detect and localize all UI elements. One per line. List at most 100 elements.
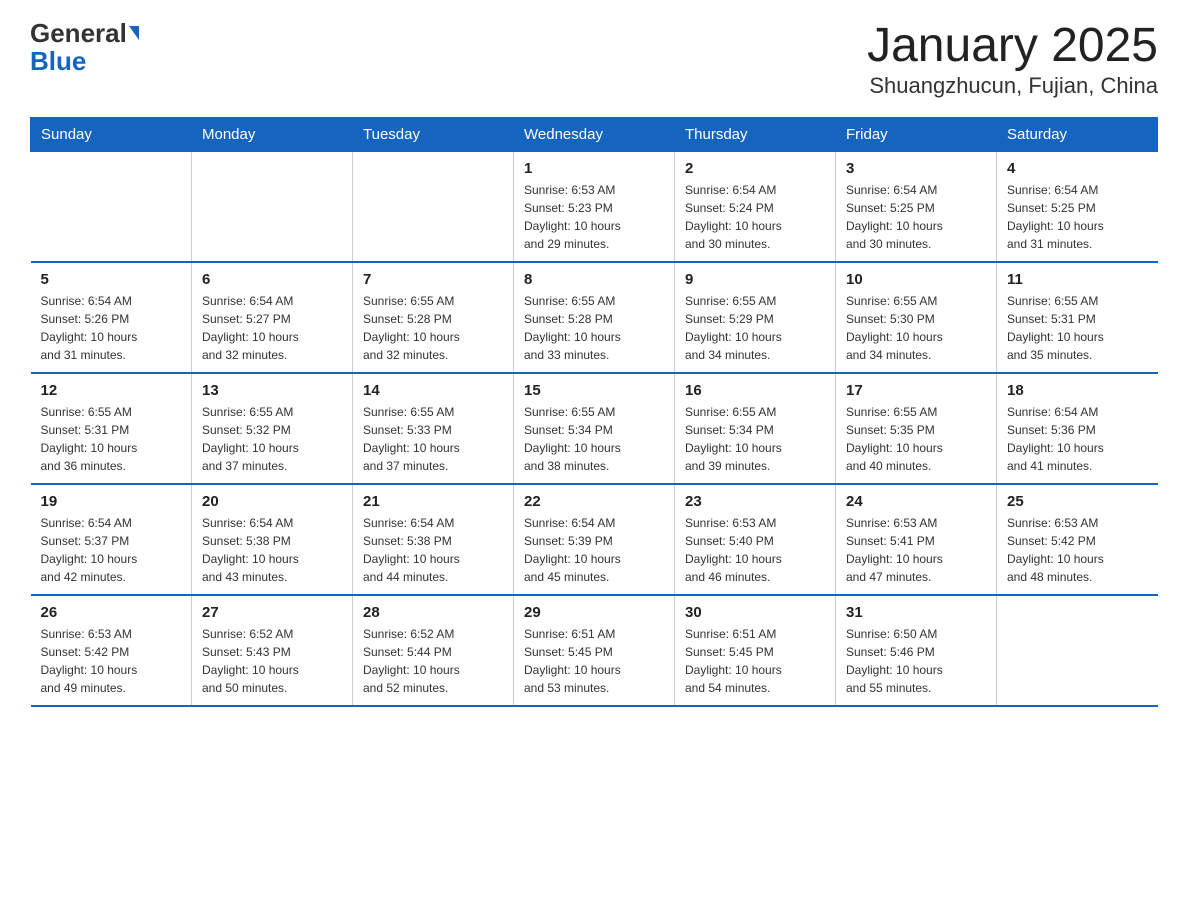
calendar-cell: 14Sunrise: 6:55 AM Sunset: 5:33 PM Dayli…	[353, 373, 514, 484]
calendar-cell	[31, 151, 192, 262]
calendar-cell: 23 Sunrise: 6:53 AM Sunset: 5:40 PM Dayli…	[675, 484, 836, 595]
day-number: 8	[524, 271, 664, 288]
calendar-cell: 10 Sunrise: 6:55 AM Sunset: 5:30 PM Dayli…	[836, 262, 997, 373]
day-info: Sunrise: 6:52 AM Sunset: 5:43 PM Dayligh…	[202, 625, 342, 697]
day-number: 7	[363, 271, 503, 288]
day-number: 2	[685, 160, 825, 177]
day-info: Sunrise: 6:54 AM Sunset: 5:38 PM Dayligh…	[202, 514, 342, 586]
calendar-header-row: SundayMondayTuesdayWednesdayThursdayFrid…	[31, 117, 1158, 151]
day-info: Sunrise: 6:53 AM Sunset: 5:42 PM Dayligh…	[41, 625, 182, 697]
calendar-cell: 8Sunrise: 6:55 AM Sunset: 5:28 PM Daylig…	[514, 262, 675, 373]
calendar-cell: 31 Sunrise: 6:50 AM Sunset: 5:46 PM Dayli…	[836, 595, 997, 706]
day-number: 18	[1007, 382, 1148, 399]
day-number: 16	[685, 382, 825, 399]
calendar-cell: 6 Sunrise: 6:54 AM Sunset: 5:27 PM Daylig…	[192, 262, 353, 373]
day-number: 25	[1007, 493, 1148, 510]
column-header-tuesday: Tuesday	[353, 117, 514, 151]
day-number: 10	[846, 271, 986, 288]
calendar-cell: 5 Sunrise: 6:54 AM Sunset: 5:26 PM Daylig…	[31, 262, 192, 373]
day-info: Sunrise: 6:53 AM Sunset: 5:41 PM Dayligh…	[846, 514, 986, 586]
calendar-cell	[353, 151, 514, 262]
calendar-cell: 11 Sunrise: 6:55 AM Sunset: 5:31 PM Dayli…	[997, 262, 1158, 373]
calendar-week-row: 5 Sunrise: 6:54 AM Sunset: 5:26 PM Daylig…	[31, 262, 1158, 373]
day-number: 24	[846, 493, 986, 510]
calendar-table: SundayMondayTuesdayWednesdayThursdayFrid…	[30, 117, 1158, 707]
day-number: 1	[524, 160, 664, 177]
day-info: Sunrise: 6:53 AM Sunset: 5:23 PM Dayligh…	[524, 181, 664, 253]
day-info: Sunrise: 6:54 AM Sunset: 5:25 PM Dayligh…	[846, 181, 986, 253]
day-info: Sunrise: 6:54 AM Sunset: 5:38 PM Dayligh…	[363, 514, 503, 586]
calendar-cell: 26 Sunrise: 6:53 AM Sunset: 5:42 PM Dayli…	[31, 595, 192, 706]
day-info: Sunrise: 6:54 AM Sunset: 5:39 PM Dayligh…	[524, 514, 664, 586]
calendar-cell: 17Sunrise: 6:55 AM Sunset: 5:35 PM Dayli…	[836, 373, 997, 484]
calendar-cell: 9Sunrise: 6:55 AM Sunset: 5:29 PM Daylig…	[675, 262, 836, 373]
day-info: Sunrise: 6:53 AM Sunset: 5:42 PM Dayligh…	[1007, 514, 1148, 586]
day-info: Sunrise: 6:55 AM Sunset: 5:34 PM Dayligh…	[524, 403, 664, 475]
day-number: 23	[685, 493, 825, 510]
logo: General Blue	[30, 20, 139, 77]
day-number: 15	[524, 382, 664, 399]
calendar-cell	[997, 595, 1158, 706]
day-number: 30	[685, 604, 825, 621]
calendar-cell: 7 Sunrise: 6:55 AM Sunset: 5:28 PM Daylig…	[353, 262, 514, 373]
day-info: Sunrise: 6:51 AM Sunset: 5:45 PM Dayligh…	[524, 625, 664, 697]
column-header-sunday: Sunday	[31, 117, 192, 151]
day-info: Sunrise: 6:53 AM Sunset: 5:40 PM Dayligh…	[685, 514, 825, 586]
calendar-week-row: 26 Sunrise: 6:53 AM Sunset: 5:42 PM Dayli…	[31, 595, 1158, 706]
day-number: 5	[41, 271, 182, 288]
day-number: 12	[41, 382, 182, 399]
day-info: Sunrise: 6:55 AM Sunset: 5:33 PM Dayligh…	[363, 403, 503, 475]
calendar-cell: 12 Sunrise: 6:55 AM Sunset: 5:31 PM Dayli…	[31, 373, 192, 484]
day-info: Sunrise: 6:55 AM Sunset: 5:29 PM Dayligh…	[685, 292, 825, 364]
day-number: 6	[202, 271, 342, 288]
day-number: 26	[41, 604, 182, 621]
calendar-subtitle: Shuangzhucun, Fujian, China	[867, 73, 1158, 99]
day-number: 19	[41, 493, 182, 510]
calendar-cell: 21Sunrise: 6:54 AM Sunset: 5:38 PM Dayli…	[353, 484, 514, 595]
calendar-cell: 15 Sunrise: 6:55 AM Sunset: 5:34 PM Dayli…	[514, 373, 675, 484]
logo-blue: Blue	[30, 46, 86, 77]
day-number: 31	[846, 604, 986, 621]
calendar-cell: 3 Sunrise: 6:54 AM Sunset: 5:25 PM Daylig…	[836, 151, 997, 262]
day-info: Sunrise: 6:54 AM Sunset: 5:36 PM Dayligh…	[1007, 403, 1148, 475]
day-info: Sunrise: 6:50 AM Sunset: 5:46 PM Dayligh…	[846, 625, 986, 697]
calendar-cell: 19 Sunrise: 6:54 AM Sunset: 5:37 PM Dayli…	[31, 484, 192, 595]
calendar-cell: 2 Sunrise: 6:54 AM Sunset: 5:24 PM Daylig…	[675, 151, 836, 262]
calendar-cell	[192, 151, 353, 262]
calendar-cell: 1 Sunrise: 6:53 AM Sunset: 5:23 PM Daylig…	[514, 151, 675, 262]
calendar-week-row: 1 Sunrise: 6:53 AM Sunset: 5:23 PM Daylig…	[31, 151, 1158, 262]
day-number: 3	[846, 160, 986, 177]
calendar-title: January 2025	[867, 20, 1158, 73]
day-info: Sunrise: 6:51 AM Sunset: 5:45 PM Dayligh…	[685, 625, 825, 697]
calendar-cell: 28 Sunrise: 6:52 AM Sunset: 5:44 PM Dayli…	[353, 595, 514, 706]
day-info: Sunrise: 6:55 AM Sunset: 5:30 PM Dayligh…	[846, 292, 986, 364]
calendar-cell: 30 Sunrise: 6:51 AM Sunset: 5:45 PM Dayli…	[675, 595, 836, 706]
day-number: 11	[1007, 271, 1148, 288]
day-number: 29	[524, 604, 664, 621]
calendar-cell: 27 Sunrise: 6:52 AM Sunset: 5:43 PM Dayli…	[192, 595, 353, 706]
day-info: Sunrise: 6:52 AM Sunset: 5:44 PM Dayligh…	[363, 625, 503, 697]
calendar-cell: 20Sunrise: 6:54 AM Sunset: 5:38 PM Dayli…	[192, 484, 353, 595]
day-info: Sunrise: 6:55 AM Sunset: 5:34 PM Dayligh…	[685, 403, 825, 475]
day-number: 4	[1007, 160, 1148, 177]
day-info: Sunrise: 6:54 AM Sunset: 5:24 PM Dayligh…	[685, 181, 825, 253]
day-number: 22	[524, 493, 664, 510]
calendar-cell: 25 Sunrise: 6:53 AM Sunset: 5:42 PM Dayli…	[997, 484, 1158, 595]
calendar-cell: 4Sunrise: 6:54 AM Sunset: 5:25 PM Daylig…	[997, 151, 1158, 262]
day-info: Sunrise: 6:54 AM Sunset: 5:27 PM Dayligh…	[202, 292, 342, 364]
calendar-cell: 29 Sunrise: 6:51 AM Sunset: 5:45 PM Dayli…	[514, 595, 675, 706]
day-number: 28	[363, 604, 503, 621]
day-number: 13	[202, 382, 342, 399]
day-info: Sunrise: 6:55 AM Sunset: 5:32 PM Dayligh…	[202, 403, 342, 475]
day-info: Sunrise: 6:54 AM Sunset: 5:26 PM Dayligh…	[41, 292, 182, 364]
calendar-cell: 22 Sunrise: 6:54 AM Sunset: 5:39 PM Dayli…	[514, 484, 675, 595]
day-info: Sunrise: 6:54 AM Sunset: 5:37 PM Dayligh…	[41, 514, 182, 586]
logo-triangle-icon	[129, 26, 139, 40]
day-info: Sunrise: 6:55 AM Sunset: 5:28 PM Dayligh…	[363, 292, 503, 364]
day-info: Sunrise: 6:55 AM Sunset: 5:31 PM Dayligh…	[41, 403, 182, 475]
calendar-cell: 13 Sunrise: 6:55 AM Sunset: 5:32 PM Dayli…	[192, 373, 353, 484]
day-info: Sunrise: 6:55 AM Sunset: 5:31 PM Dayligh…	[1007, 292, 1148, 364]
calendar-cell: 18 Sunrise: 6:54 AM Sunset: 5:36 PM Dayli…	[997, 373, 1158, 484]
day-number: 27	[202, 604, 342, 621]
column-header-saturday: Saturday	[997, 117, 1158, 151]
